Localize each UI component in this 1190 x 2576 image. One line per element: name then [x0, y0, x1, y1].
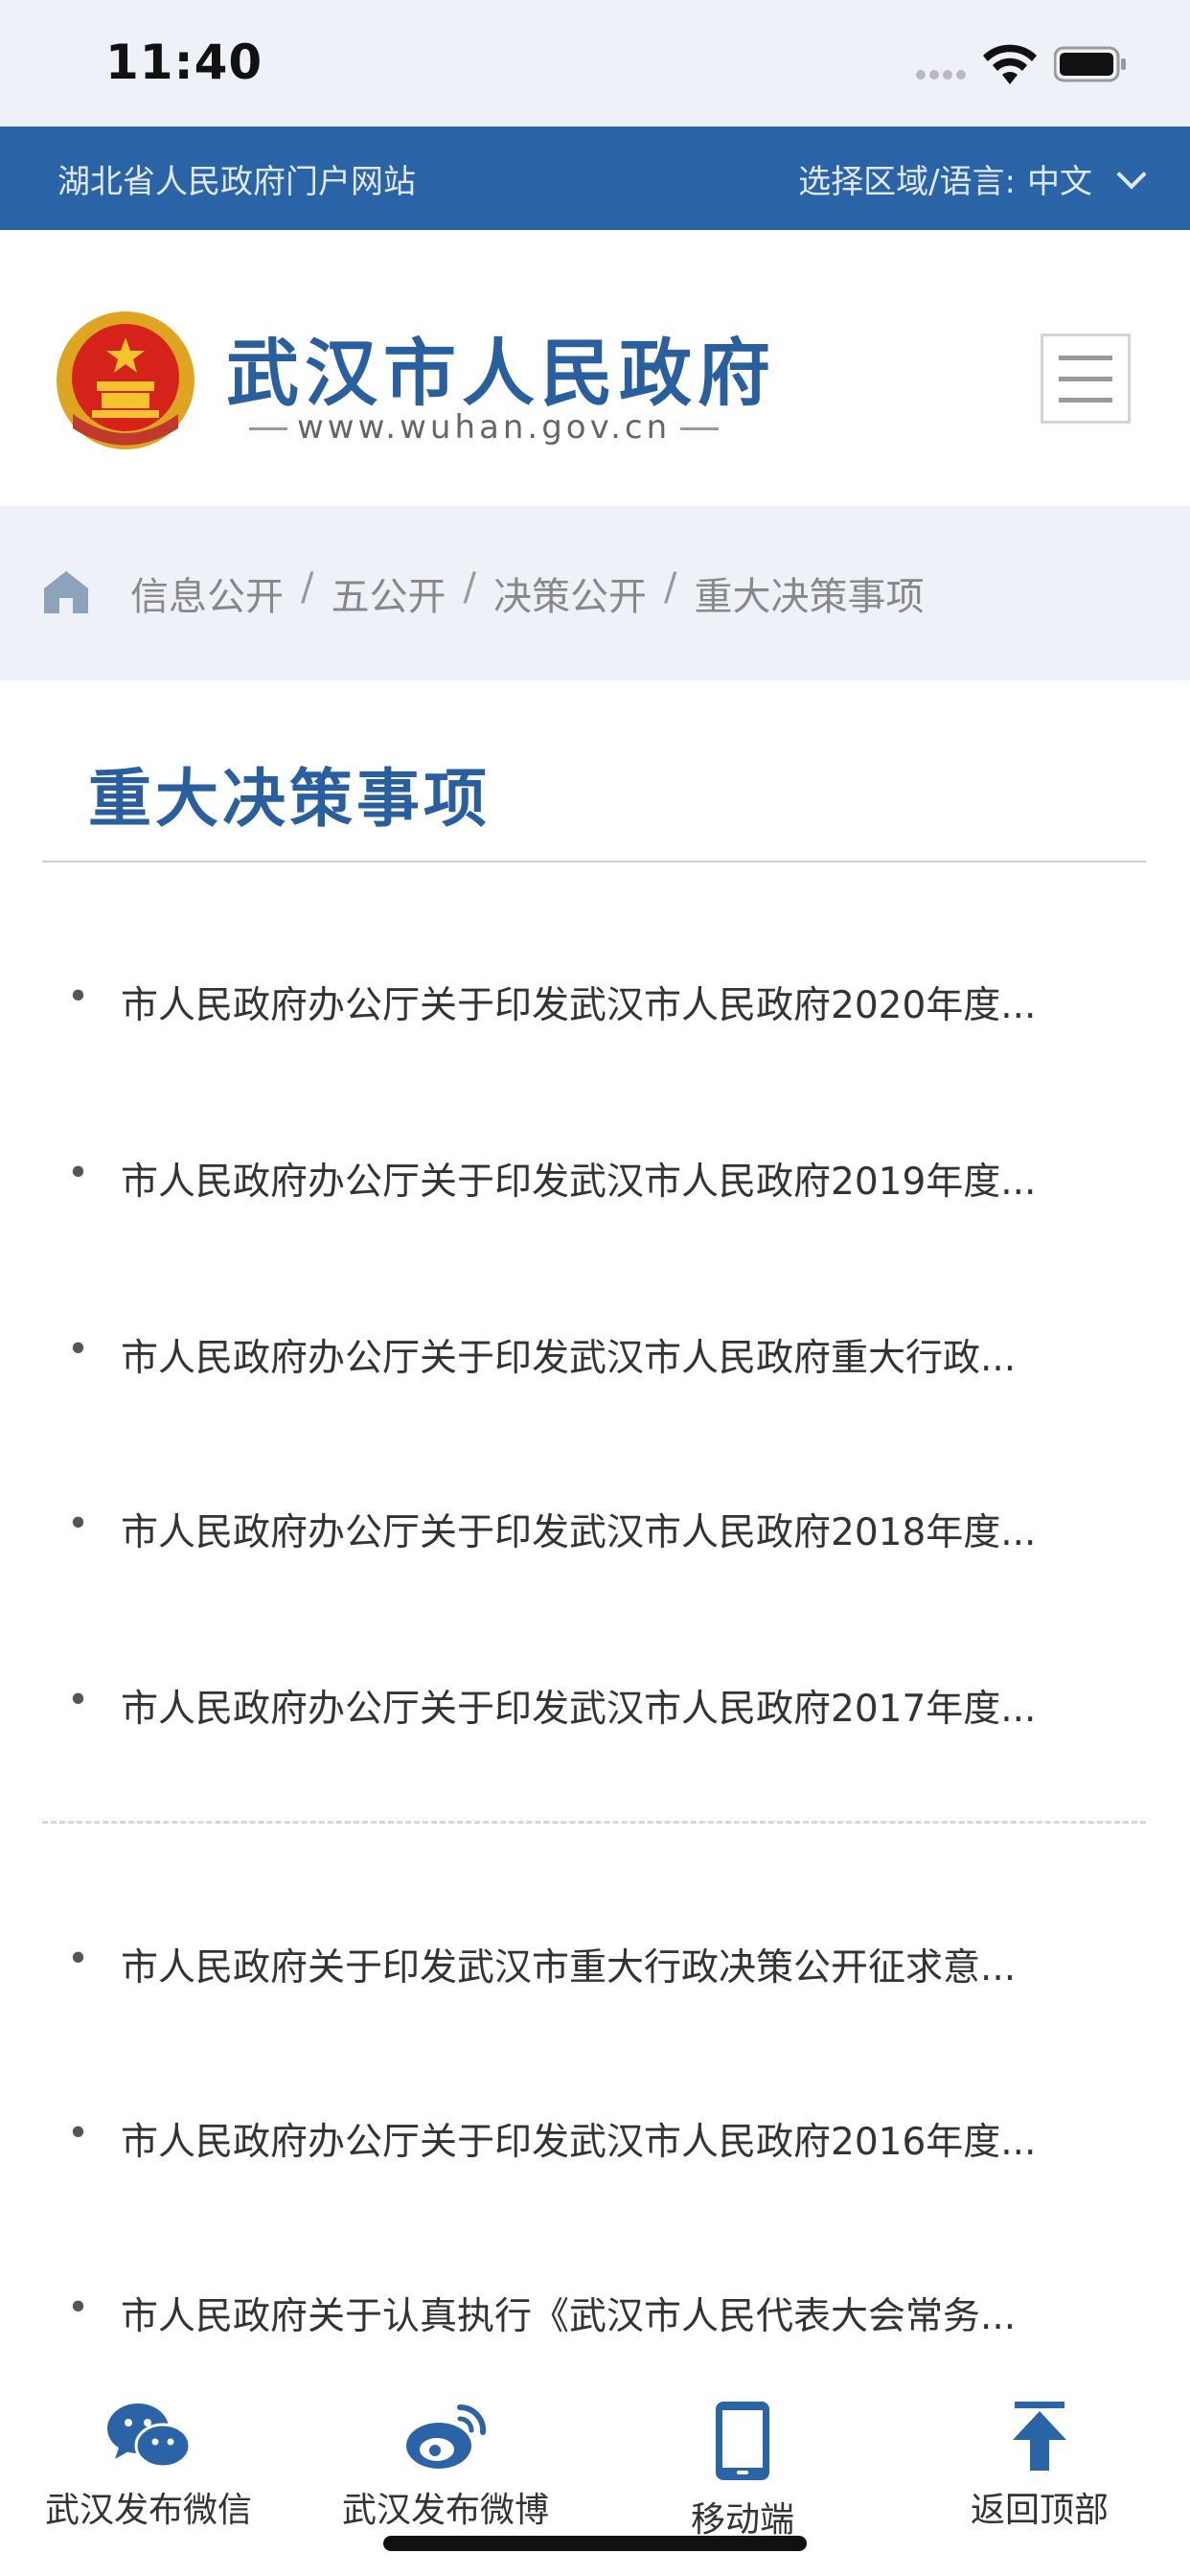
list-item[interactable]: 市人民政府关于印发武汉市重大行政决策公开征求意... — [67, 1938, 1131, 1991]
region-language-selector[interactable]: 选择区域/语言: 中文 — [798, 155, 1147, 202]
list-item[interactable]: 市人民政府办公厅关于印发武汉市人民政府2019年度... — [67, 1152, 1131, 1206]
breadcrumb-item[interactable]: 五公开 — [331, 565, 446, 621]
nav-mobile[interactable]: 移动端 — [594, 2400, 891, 2542]
list-item-title: 市人民政府关于印发武汉市重大行政决策公开征求意... — [121, 1946, 1017, 1990]
nav-label: 武汉发布微信 — [44, 2491, 252, 2530]
status-bar: 11:40 — [0, 0, 1190, 126]
wifi-icon — [983, 44, 1037, 84]
site-header: 武汉市人民政府 www.wuhan.gov.cn — [0, 230, 1190, 506]
breadcrumb-item-current: 重大决策事项 — [694, 575, 925, 619]
status-time: 11:40 — [105, 34, 263, 90]
breadcrumb-item[interactable]: 决策公开 — [493, 565, 647, 621]
back-to-top-icon — [1013, 2402, 1066, 2471]
mobile-icon — [716, 2402, 769, 2480]
breadcrumb-item[interactable]: 信息公开 — [130, 565, 284, 621]
region-label: 选择区域/语言: — [798, 163, 1016, 201]
nav-wechat[interactable]: 武汉发布微信 — [0, 2400, 297, 2532]
home-indicator — [383, 2536, 807, 2551]
list-item[interactable]: 市人民政府办公厅关于印发武汉市人民政府重大行政... — [67, 1328, 1131, 1382]
nav-label: 武汉发布微博 — [341, 2491, 549, 2530]
chevron-down-icon — [1116, 158, 1147, 190]
nav-label: 移动端 — [690, 2500, 794, 2540]
list-item[interactable]: 市人民政府办公厅关于印发武汉市人民政府2020年度... — [67, 976, 1131, 1029]
language-value: 中文 — [1027, 163, 1092, 201]
wechat-icon — [107, 2404, 192, 2469]
list-item-title: 市人民政府办公厅关于印发武汉市人民政府重大行政... — [121, 1337, 1017, 1380]
list-item[interactable]: 市人民政府关于认真执行《武汉市人民代表大会常务... — [67, 2287, 1131, 2340]
list-item-title: 市人民政府办公厅关于印发武汉市人民政府2016年度... — [121, 2121, 1037, 2164]
title-divider — [42, 861, 1146, 862]
breadcrumb-separator: / — [301, 565, 314, 610]
page-title: 重大决策事项 — [88, 762, 491, 836]
national-emblem-icon[interactable] — [54, 309, 197, 452]
nav-back-to-top[interactable]: 返回顶部 — [891, 2400, 1188, 2532]
list-item-title: 市人民政府办公厅关于印发武汉市人民政府2020年度... — [121, 984, 1037, 1027]
list-item-title: 市人民政府关于认真执行《武汉市人民代表大会常务... — [121, 2295, 1017, 2338]
cellular-signal-icon — [916, 65, 970, 83]
battery-icon — [1054, 46, 1126, 82]
hamburger-menu-button[interactable] — [1041, 334, 1131, 424]
nav-weibo[interactable]: 武汉发布微博 — [297, 2400, 594, 2532]
breadcrumb-separator: / — [463, 565, 476, 610]
portal-link[interactable]: 湖北省人民政府门户网站 — [57, 155, 416, 202]
breadcrumb-trail: 信息公开 / 五公开 / 决策公开 / 重大决策事项 — [130, 565, 924, 621]
top-bar: 湖北省人民政府门户网站 选择区域/语言: 中文 — [0, 126, 1190, 230]
home-icon[interactable] — [42, 569, 90, 615]
list-item[interactable]: 市人民政府办公厅关于印发武汉市人民政府2017年度... — [67, 1679, 1131, 1733]
breadcrumb-separator: / — [663, 565, 677, 610]
list-item[interactable]: 市人民政府办公厅关于印发武汉市人民政府2018年度... — [67, 1503, 1131, 1556]
site-title[interactable]: 武汉市人民政府 — [226, 314, 776, 420]
list-item[interactable]: 市人民政府办公厅关于印发武汉市人民政府2016年度... — [67, 2112, 1131, 2166]
nav-label: 返回顶部 — [970, 2491, 1109, 2530]
list-item-title: 市人民政府办公厅关于印发武汉市人民政府2019年度... — [121, 1161, 1037, 1204]
list-item-title: 市人民政府办公厅关于印发武汉市人民政府2017年度... — [121, 1688, 1037, 1731]
site-url: www.wuhan.gov.cn — [240, 408, 728, 447]
list-item-title: 市人民政府办公厅关于印发武汉市人民政府2018年度... — [121, 1511, 1037, 1554]
list-group-divider — [42, 1821, 1146, 1824]
weibo-icon — [406, 2404, 487, 2469]
